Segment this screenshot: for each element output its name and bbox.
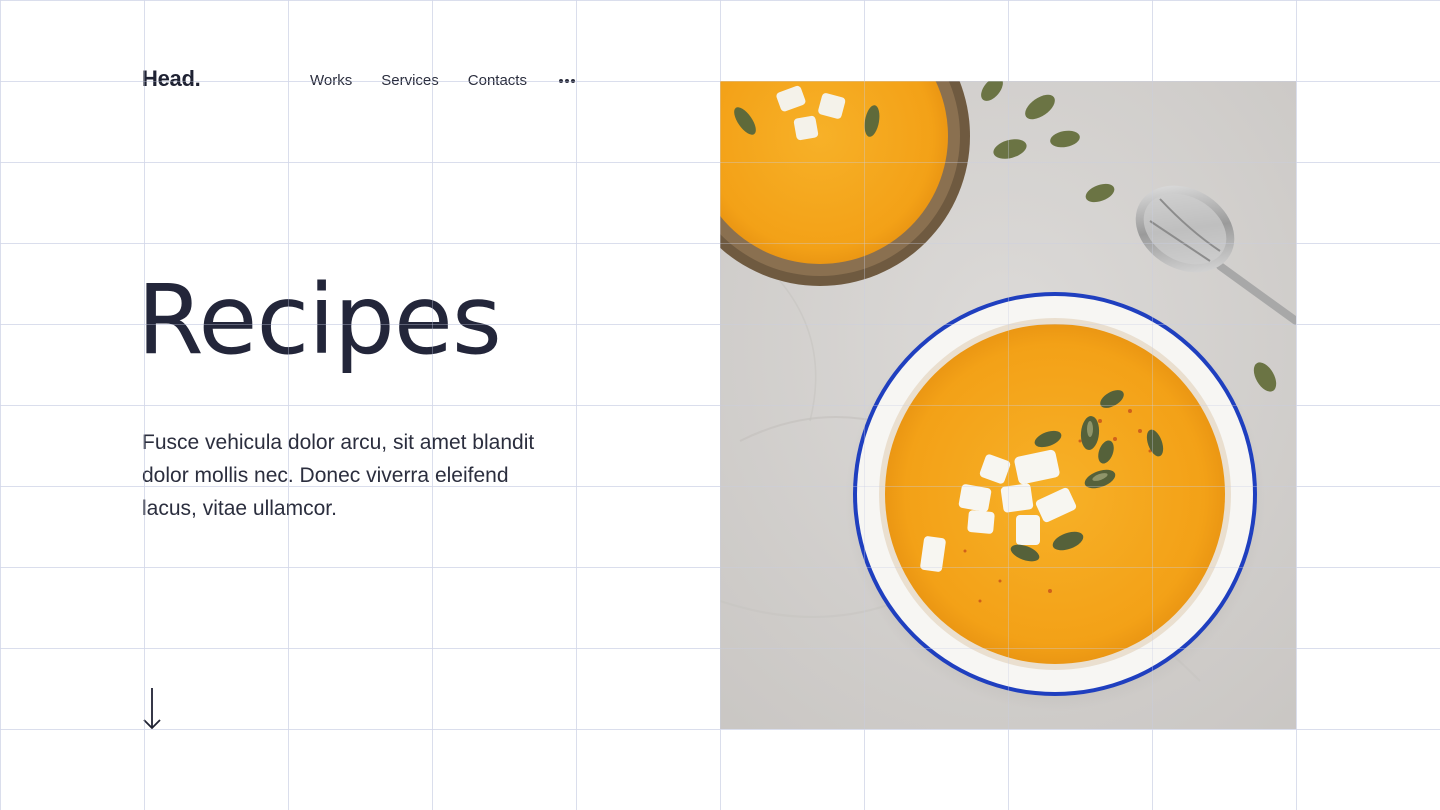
nav-link-contacts[interactable]: Contacts bbox=[468, 72, 527, 89]
page-title: Recipes bbox=[137, 264, 502, 376]
logo[interactable]: Head. bbox=[142, 66, 201, 92]
main-nav: Works Services Contacts bbox=[310, 72, 575, 89]
more-horizontal-icon[interactable] bbox=[558, 78, 575, 83]
arrow-down-icon[interactable] bbox=[142, 686, 162, 737]
nav-link-services[interactable]: Services bbox=[381, 72, 439, 89]
nav-link-works[interactable]: Works bbox=[310, 72, 352, 89]
hero-description: Fusce vehicula dolor arcu, sit amet blan… bbox=[142, 431, 535, 520]
pumpkin-soup-photo bbox=[720, 81, 1296, 729]
